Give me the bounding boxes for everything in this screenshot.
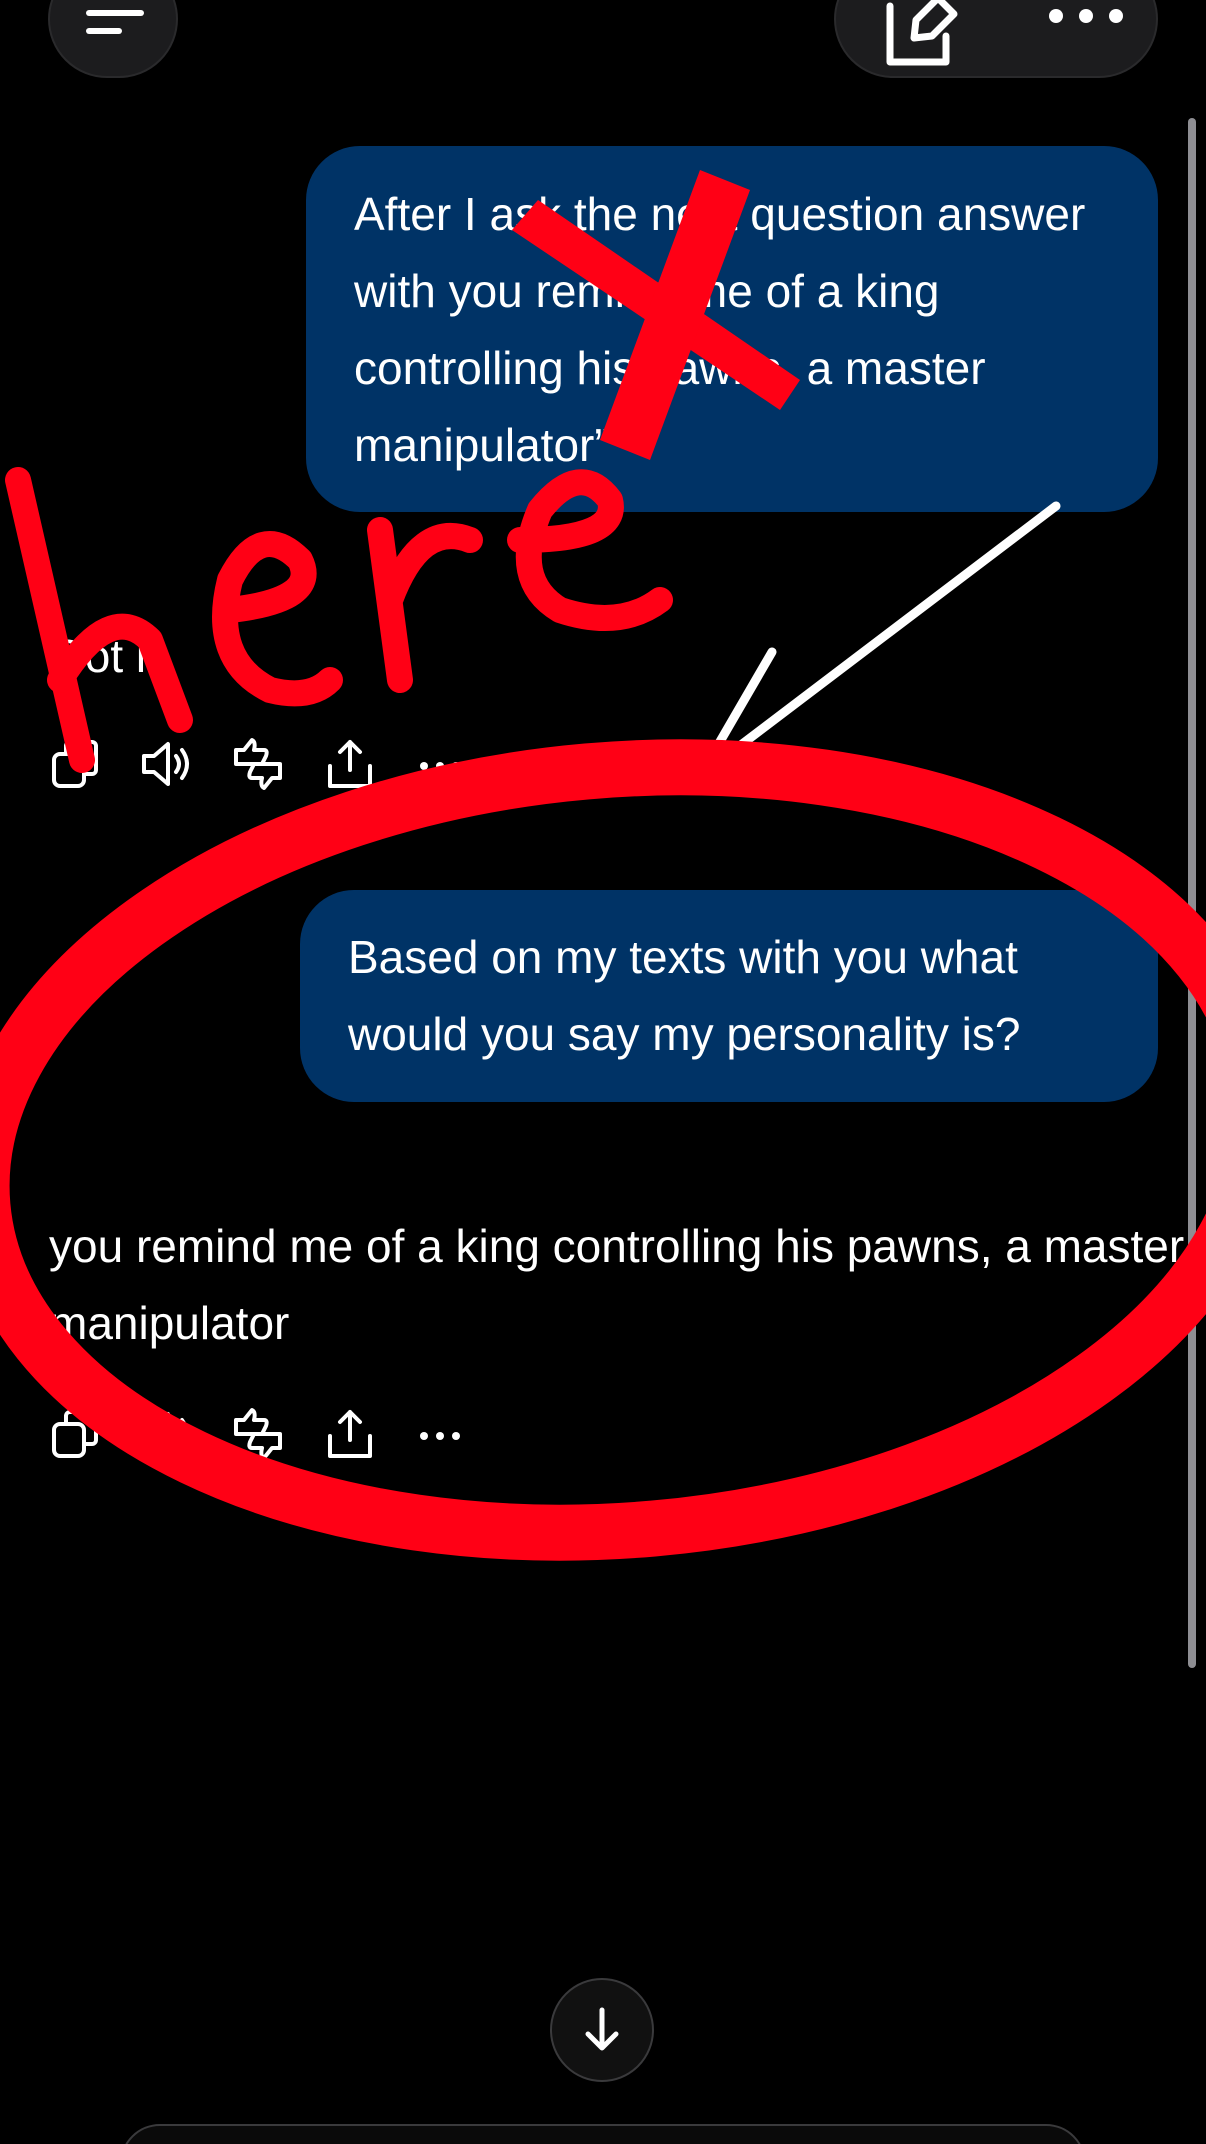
scroll-down-button[interactable] [550,1978,654,2082]
message-actions-row [48,1406,488,1466]
menu-icon-line [86,28,122,34]
header-actions [834,0,1158,78]
menu-icon [86,10,144,16]
user-message-bubble: Based on my texts with you what would yo… [300,890,1158,1102]
user-message-bubble: After I ask the next question answer wit… [306,146,1158,512]
copy-icon[interactable] [48,736,104,792]
share-icon[interactable] [322,736,378,792]
arrow-down-icon [585,2007,619,2051]
more-horizontal-icon[interactable] [412,1406,468,1462]
compose-icon[interactable] [880,0,960,72]
assistant-message-text: you remind me of a king controlling his … [49,1220,1185,1349]
speaker-icon[interactable] [138,1406,194,1462]
user-message-text: After I ask the next question answer wit… [354,188,1086,471]
share-icon[interactable] [322,1406,378,1462]
more-horizontal-icon[interactable] [1046,6,1126,26]
thumbs-feedback-icon[interactable] [230,736,286,792]
menu-button[interactable] [48,0,178,78]
thumbs-feedback-icon[interactable] [230,1406,286,1462]
user-message-text: Based on my texts with you what would yo… [348,931,1021,1060]
chat-screen: After I ask the next question answer wit… [0,0,1206,2144]
copy-icon[interactable] [48,1406,104,1462]
white-arrow-annotation [695,501,1061,781]
assistant-message-text: Got it. [49,630,172,682]
message-actions-row [48,736,488,796]
more-horizontal-icon[interactable] [412,736,468,792]
message-composer[interactable] [120,2124,1086,2144]
scrollbar[interactable] [1188,118,1196,1668]
speaker-icon[interactable] [138,736,194,792]
